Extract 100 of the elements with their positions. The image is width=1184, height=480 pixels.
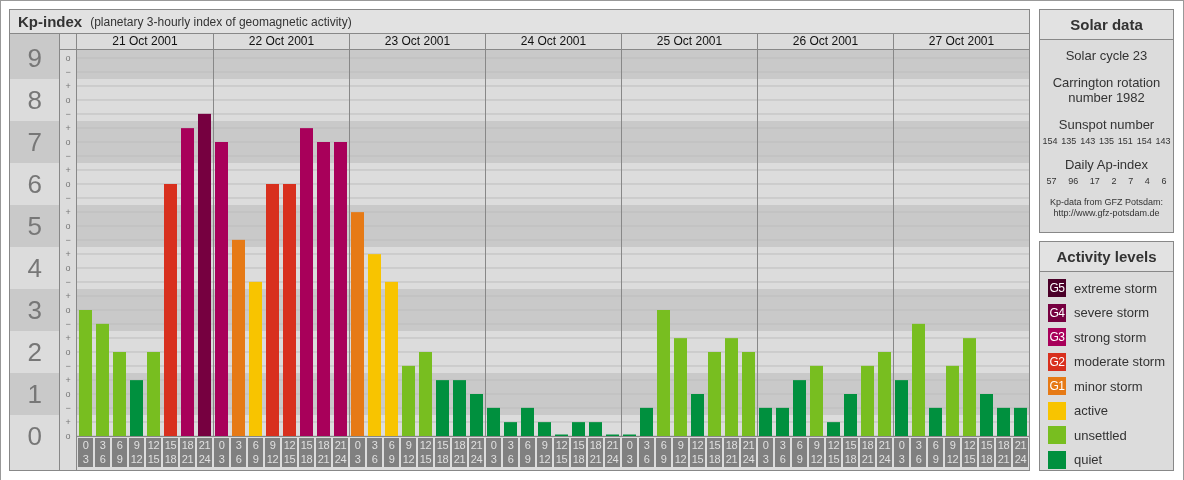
hour-label: 0 3 <box>758 438 773 467</box>
legend-label: severe storm <box>1074 305 1150 321</box>
minor-tick-label: + <box>64 248 72 261</box>
y-axis-label: 8 <box>27 85 42 115</box>
minor-tick-label: − <box>64 234 72 247</box>
source-note: Kp-data from GFZ Potsdam: <box>1049 197 1163 208</box>
legend-swatch: G1 <box>1048 377 1066 396</box>
hour-label: 18 21 <box>860 438 875 467</box>
ap-value: 4 <box>1144 176 1150 186</box>
ap-value: 17 <box>1089 176 1100 186</box>
hour-label: 12 15 <box>690 438 705 467</box>
date-header: 21 Oct 2001 <box>111 34 179 49</box>
legend-label: quiet <box>1074 452 1103 468</box>
date-header: 22 Oct 2001 <box>213 34 349 49</box>
minor-tick-label: o <box>64 304 72 317</box>
hour-label: 12 15 <box>282 438 297 467</box>
minor-tick-label: o <box>64 346 72 359</box>
minor-tick-label: − <box>64 66 72 79</box>
y-axis-label: 9 <box>27 43 42 73</box>
hour-label: 12 15 <box>826 438 841 467</box>
hour-label: 18 21 <box>452 438 467 467</box>
hour-label: 6 9 <box>384 438 399 467</box>
hour-label: 0 3 <box>894 438 909 467</box>
date-header: 26 Oct 2001 <box>757 34 893 49</box>
sunspot-value: 143 <box>1080 136 1096 146</box>
ap-value: 7 <box>1128 176 1134 186</box>
hour-label: 6 9 <box>112 438 127 467</box>
date-header: 27 Oct 2001 <box>893 34 1029 49</box>
sunspot-value: 135 <box>1099 136 1114 146</box>
minor-tick-label: − <box>64 108 72 121</box>
minor-tick-label: o <box>64 262 72 275</box>
ap-value: 6 <box>1161 176 1167 186</box>
bar <box>487 407 500 436</box>
hour-label: 21 24 <box>197 438 212 467</box>
minor-tick-label: o <box>64 178 72 191</box>
date-header: 23 Oct 2001 <box>349 34 485 49</box>
bar <box>504 422 517 436</box>
hour-label: 15 18 <box>979 438 994 467</box>
ap-value: 57 <box>1046 176 1057 186</box>
y-axis-label: 5 <box>27 211 42 241</box>
minor-tick-label: − <box>64 402 72 415</box>
minor-tick-label: o <box>64 430 72 443</box>
minor-tick-label: + <box>64 332 72 345</box>
y-axis-label: 6 <box>27 169 42 199</box>
bar <box>861 365 874 436</box>
y-axis-label: 0 <box>27 421 42 451</box>
hour-label: 21 24 <box>877 438 892 467</box>
hour-label: 15 18 <box>843 438 858 467</box>
chart-subtitle: (planetary 3-hourly index of geomagnetic activity) <box>90 14 352 29</box>
hour-label: 3 6 <box>775 438 790 467</box>
bar <box>436 380 449 436</box>
minor-tick-label: o <box>64 388 72 401</box>
minor-tick-label: + <box>64 416 72 429</box>
bar <box>640 407 653 436</box>
bar <box>776 407 789 436</box>
panel-title: Solar data <box>1040 10 1173 40</box>
hour-label: 12 15 <box>418 438 433 467</box>
hour-label: 3 6 <box>911 438 926 467</box>
bar <box>810 365 823 436</box>
sunspot-value: 135 <box>1061 136 1077 146</box>
solar-cycle: Solar cycle 23 <box>1065 48 1148 63</box>
bar <box>521 407 534 436</box>
y-axis-label: 7 <box>27 127 42 157</box>
hour-label: 21 24 <box>1013 438 1028 467</box>
hour-label: 6 9 <box>928 438 943 467</box>
hour-label: 3 6 <box>503 438 518 467</box>
legend-swatch: G3 <box>1048 328 1066 347</box>
sunspot-value: 154 <box>1042 136 1058 146</box>
legend-label: moderate storm <box>1074 354 1166 370</box>
bar <box>793 380 806 436</box>
hour-label: 3 6 <box>231 438 246 467</box>
legend-label: minor storm <box>1074 378 1143 394</box>
minor-tick-label: o <box>64 94 72 107</box>
hour-label: 18 21 <box>996 438 1011 467</box>
source-url: http://www.gfz-potsdam.de <box>1053 208 1160 219</box>
hour-label: 12 15 <box>962 438 977 467</box>
minor-tick-label: − <box>64 276 72 289</box>
hour-label: 6 9 <box>656 438 671 467</box>
legend-label: extreme storm <box>1074 280 1158 296</box>
hour-label: 12 15 <box>146 438 161 467</box>
ap-index-label: Daily Ap-index <box>1064 157 1149 172</box>
bar <box>538 422 551 436</box>
bar <box>572 422 585 436</box>
minor-tick-label: + <box>64 122 72 135</box>
minor-tick-label: o <box>64 136 72 149</box>
hour-label: 15 18 <box>435 438 450 467</box>
hour-label: 0 3 <box>486 438 501 467</box>
bar <box>895 380 908 436</box>
hour-label: 3 6 <box>95 438 110 467</box>
hour-label: 15 18 <box>707 438 722 467</box>
legend-label: strong storm <box>1074 329 1147 345</box>
bar <box>827 422 840 436</box>
hour-label: 21 24 <box>333 438 348 467</box>
sunspot-value: 143 <box>1155 136 1171 146</box>
y-axis-label: 3 <box>27 295 42 325</box>
hour-label: 21 24 <box>741 438 756 467</box>
date-header: 25 Oct 2001 <box>621 34 757 49</box>
y-axis-label: 2 <box>27 337 42 367</box>
hour-label: 18 21 <box>180 438 195 467</box>
ap-value: 96 <box>1068 176 1079 186</box>
